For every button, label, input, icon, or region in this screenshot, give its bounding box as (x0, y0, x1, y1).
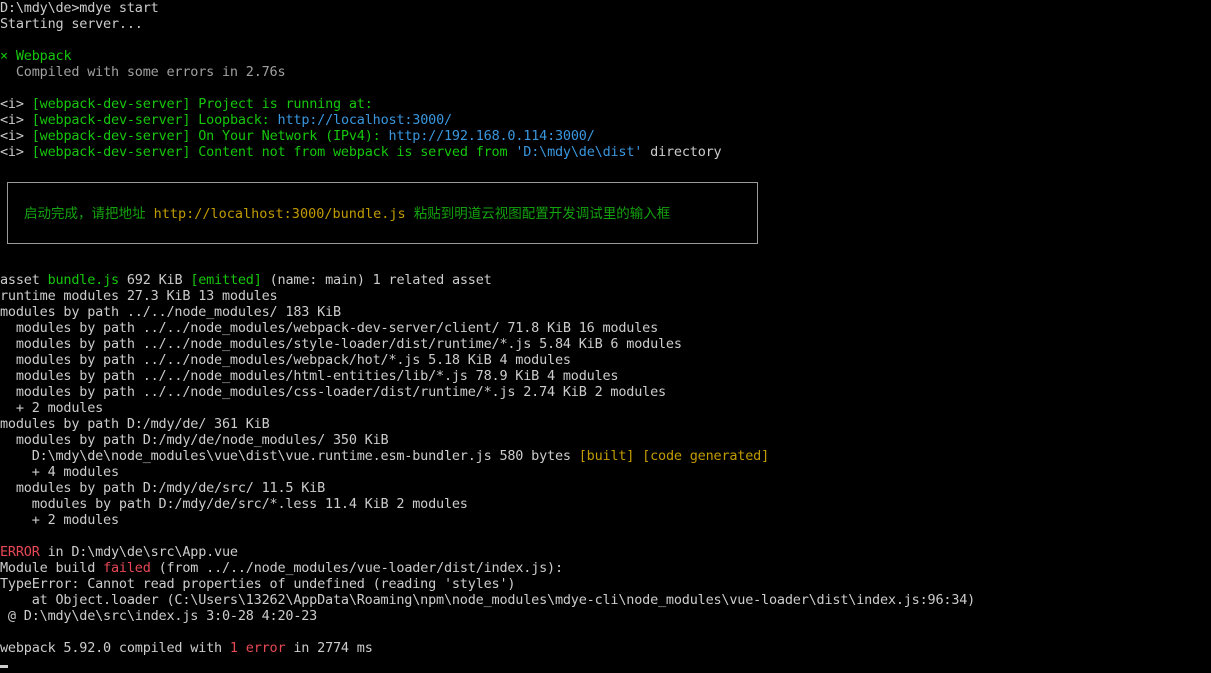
network-line: <i> [webpack-dev-server] On Your Network… (0, 128, 595, 144)
vue-runtime-path: D:\mdy\de\node_modules\vue\dist\vue.runt… (0, 448, 571, 464)
webpack-label: Webpack (15, 48, 72, 64)
summary-suffix: in 2774 ms (293, 640, 373, 656)
content-text: Content not from webpack is served from (198, 144, 508, 160)
server-tag: [webpack-dev-server] (31, 144, 191, 160)
server-tag: [webpack-dev-server] (31, 128, 191, 144)
type-error-line: TypeError: Cannot read properties of und… (0, 576, 516, 592)
server-tag: [webpack-dev-server] (31, 96, 191, 112)
startup-banner: 启动完成，请把地址 http://localhost:3000/bundle.j… (7, 182, 758, 244)
failed-text: failed (103, 560, 151, 576)
server-tag: [webpack-dev-server] (31, 112, 191, 128)
banner-url[interactable]: http://localhost:3000/bundle.js (154, 206, 406, 222)
at-line: @ D:\mdy\de\src\index.js 3:0-28 4:20-23 (0, 608, 318, 624)
build-line: modules by path ../../node_modules/css-l… (0, 384, 666, 400)
summary-line: webpack 5.92.0 compiled with 1 error in … (0, 640, 373, 656)
info-tag: <i> (0, 144, 24, 160)
build-line: modules by path ../../node_modules/html-… (0, 368, 619, 384)
summary-prefix: webpack 5.92.0 compiled with (0, 640, 222, 656)
asset-emitted: [emitted] (190, 272, 262, 288)
asset-rest: (name: main) 1 related asset (269, 272, 492, 288)
build-line: modules by path ../../node_modules/ 183 … (0, 304, 341, 320)
loopback-label: Loopback: (198, 112, 270, 128)
banner-text: 启动完成，请把地址 http://localhost:3000/bundle.j… (24, 206, 670, 222)
command-line: D:\mdy\de>mdye start (0, 0, 159, 16)
build-line: modules by path ../../node_modules/webpa… (0, 320, 658, 336)
loopback-url[interactable]: http://localhost:3000/ (278, 112, 453, 128)
build-line: modules by path D:/mdy/de/src/ 11.5 KiB (0, 480, 326, 496)
content-line: <i> [webpack-dev-server] Content not fro… (0, 144, 722, 160)
content-suffix: directory (650, 144, 722, 160)
build-line: + 2 modules (0, 512, 119, 528)
module-build-text: Module build (0, 560, 96, 576)
module-build-line: Module build failed (from ../../node_mod… (0, 560, 563, 576)
asset-size: 692 KiB (126, 272, 183, 288)
build-line: modules by path D:/mdy/de/src/*.less 11.… (0, 496, 468, 512)
webpack-status-line: × Webpack (0, 48, 72, 64)
text-cursor (0, 665, 8, 668)
code-generated-tag: [code generated] (642, 448, 770, 464)
error-label: ERROR (0, 544, 40, 560)
build-line: modules by path ../../node_modules/style… (0, 336, 682, 352)
running-text: Project is running at: (198, 96, 373, 112)
loopback-line: <i> [webpack-dev-server] Loopback: http:… (0, 112, 452, 128)
compile-message: Compiled with some errors in 2.76s (0, 64, 286, 80)
build-line: modules by path D:/mdy/de/ 361 KiB (0, 416, 270, 432)
error-count: 1 error (229, 640, 286, 656)
dev-server-running-line: <i> [webpack-dev-server] Project is runn… (0, 96, 373, 112)
compile-message-text: Compiled with some errors in 2.76s (15, 64, 286, 80)
asset-name: bundle.js (47, 272, 120, 288)
vue-runtime-line: D:\mdy\de\node_modules\vue\dist\vue.runt… (0, 448, 770, 464)
info-tag: <i> (0, 112, 24, 128)
build-line: + 2 modules (0, 400, 104, 416)
banner-prefix: 启动完成，请把地址 (24, 206, 146, 222)
network-url[interactable]: http://192.168.0.114:3000/ (389, 128, 595, 144)
error-mark-icon: × (0, 48, 8, 64)
from-text: (from ../../node_modules/vue-loader/dist… (158, 560, 564, 576)
info-tag: <i> (0, 128, 24, 144)
asset-line: asset bundle.js 692 KiB [emitted] (name:… (0, 272, 492, 288)
build-line: modules by path ../../node_modules/webpa… (0, 352, 571, 368)
stack-trace-line: at Object.loader (C:\Users\13262\AppData… (0, 592, 976, 608)
asset-word: asset (0, 272, 40, 288)
network-label: On Your Network (IPv4): (198, 128, 381, 144)
banner-suffix: 粘贴到明道云视图配置开发调试里的输入框 (413, 206, 671, 222)
error-location: in D:\mdy\de\src\App.vue (47, 544, 238, 560)
build-line: + 4 modules (0, 464, 119, 480)
content-path: 'D:\mdy\de\dist' (515, 144, 643, 160)
info-tag: <i> (0, 96, 24, 112)
built-tag: [built] (578, 448, 635, 464)
error-header-line: ERROR in D:\mdy\de\src\App.vue (0, 544, 238, 560)
terminal-window[interactable]: D:\mdy\de>mdye start Starting server... … (0, 0, 1211, 673)
build-line: runtime modules 27.3 KiB 13 modules (0, 288, 278, 304)
starting-server-line: Starting server... (0, 16, 143, 32)
build-line: modules by path D:/mdy/de/node_modules/ … (0, 432, 389, 448)
